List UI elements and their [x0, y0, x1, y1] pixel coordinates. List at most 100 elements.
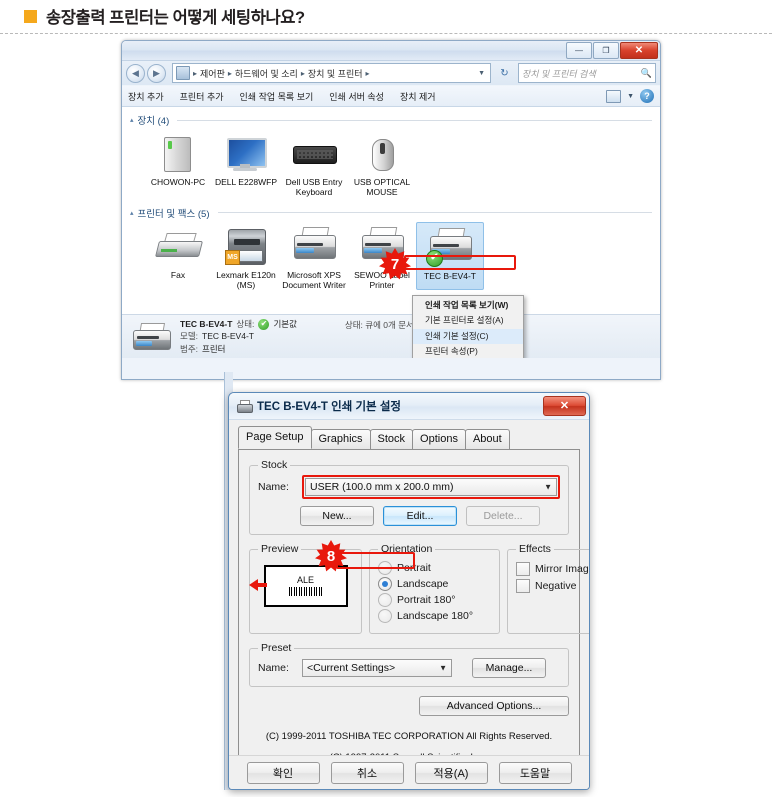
orientation-label: Portrait 180°	[397, 594, 456, 606]
devices-icon-row: CHOWON-PC DELL E228WFP Dell USB Entry Ke…	[130, 129, 652, 198]
toolbar-print-server-properties[interactable]: 인쇄 서버 속성	[329, 90, 384, 103]
explorer-status-bar: TEC B-EV4-T 상태: ✔ 기본값 모델: TEC B-EV4-T 범주…	[122, 314, 660, 358]
help-icon[interactable]: ?	[640, 89, 654, 103]
orientation-option-landscape-180[interactable]: Landscape 180°	[378, 609, 491, 623]
dialog-title: TEC B-EV4-T 인쇄 기본 설정	[257, 401, 401, 413]
chevron-down-icon[interactable]: ▼	[439, 664, 447, 673]
radio-icon[interactable]	[378, 577, 392, 591]
toolbar-add-printer[interactable]: 프린터 추가	[180, 90, 224, 103]
page-setup-panel: Stock Name: USER (100.0 mm x 200.0 mm) ▼…	[238, 450, 589, 777]
printer-item-fax[interactable]: Fax	[144, 222, 212, 291]
preset-name-combobox[interactable]: <Current Settings> ▼	[302, 659, 452, 677]
group-divider	[177, 119, 652, 121]
checkbox-icon[interactable]	[516, 562, 530, 576]
breadcrumb-item-1[interactable]: 하드웨어 및 소리	[235, 67, 298, 80]
status-queue-info: 상태: 큐에 0개 문서	[345, 315, 414, 331]
toolbar-remove-device[interactable]: 장치 제거	[400, 90, 436, 103]
step-number: 8	[326, 547, 336, 565]
device-item-chowon-pc[interactable]: CHOWON-PC	[144, 129, 212, 198]
minimize-button[interactable]: —	[566, 42, 592, 59]
menu-item-set-as-default[interactable]: 기본 프린터로 설정(A)	[413, 313, 523, 328]
preset-name-label: Name:	[258, 662, 289, 674]
help-button[interactable]: 도움말	[498, 761, 572, 784]
maximize-button[interactable]: ❐	[593, 42, 619, 59]
tab-about[interactable]: About	[464, 428, 510, 449]
shortcut-badge-icon: MS	[225, 249, 240, 265]
status-device-name: TEC B-EV4-T	[180, 319, 233, 330]
advanced-options-row: Advanced Options...	[249, 696, 569, 716]
address-dropdown-icon[interactable]: ▼	[478, 70, 487, 77]
menu-item-view-print-queue[interactable]: 인쇄 작업 목록 보기(W)	[413, 298, 523, 313]
step-number: 7	[390, 255, 400, 273]
group-header-devices[interactable]: ▴ 장치 (4)	[130, 113, 652, 127]
group-divider	[217, 212, 652, 214]
edit-stock-button[interactable]: Edit...	[383, 506, 457, 526]
window-controls: — ❐ ✕	[566, 42, 658, 59]
ok-button[interactable]: 확인	[246, 761, 320, 784]
status-device-info: TEC B-EV4-T 상태: ✔ 기본값 모델: TEC B-EV4-T 범주…	[180, 318, 297, 355]
preview-legend: Preview	[261, 543, 299, 555]
forward-button[interactable]: ▶	[147, 63, 166, 83]
tab-graphics[interactable]: Graphics	[310, 428, 371, 449]
orientation-option-landscape[interactable]: Landscape	[378, 577, 491, 591]
device-label: USB OPTICAL MOUSE	[353, 177, 411, 198]
collapse-icon[interactable]: ▴	[130, 209, 134, 217]
search-icon: 🔍	[640, 67, 652, 78]
group-header-printers[interactable]: ▴ 프린터 및 팩스 (5)	[130, 206, 652, 220]
apply-button[interactable]: 적용(A)	[414, 761, 488, 784]
explorer-toolbar: 장치 추가 프린터 추가 인쇄 작업 목록 보기 인쇄 서버 속성 장치 제거 …	[122, 85, 660, 107]
dialog-close-button[interactable]: ✕	[543, 396, 586, 416]
back-button[interactable]: ◀	[126, 63, 145, 83]
toolbar-view-print-queue[interactable]: 인쇄 작업 목록 보기	[240, 90, 314, 103]
status-category-value: 프린터	[202, 343, 226, 354]
printer-icon	[237, 399, 253, 413]
printer-label: Fax	[170, 269, 186, 280]
effects-option-mirror-image[interactable]: Mirror Image	[516, 562, 589, 576]
toolbar-add-device[interactable]: 장치 추가	[128, 90, 164, 103]
breadcrumb-item-0[interactable]: 제어판	[200, 67, 225, 80]
effects-option-negative[interactable]: Negative	[516, 579, 589, 593]
address-breadcrumb-bar[interactable]: ▸ 제어판 ▸ 하드웨어 및 소리 ▸ 장치 및 프린터 ▸ ▼	[172, 63, 491, 83]
checkbox-icon[interactable]	[516, 579, 530, 593]
printer-item-lexmark[interactable]: MS Lexmark E120n (MS)	[212, 222, 280, 291]
monitor-icon	[223, 134, 269, 174]
chevron-down-icon[interactable]: ▼	[627, 93, 634, 100]
fax-icon	[155, 227, 203, 267]
collapse-icon[interactable]: ▴	[130, 116, 134, 124]
radio-icon[interactable]	[378, 609, 392, 623]
tab-options[interactable]: Options	[412, 428, 466, 449]
orientation-option-portrait-180[interactable]: Portrait 180°	[378, 593, 491, 607]
close-button[interactable]: ✕	[620, 42, 658, 59]
menu-item-printing-preferences[interactable]: 인쇄 기본 설정(C)	[413, 328, 523, 345]
chevron-down-icon[interactable]: ▼	[544, 483, 552, 492]
printer-icon	[132, 321, 172, 353]
printer-item-xps[interactable]: Microsoft XPS Document Writer	[280, 222, 348, 291]
device-item-monitor[interactable]: DELL E228WFP	[212, 129, 280, 198]
menu-item-printer-properties[interactable]: 프린터 속성(P)	[413, 344, 523, 358]
new-stock-button[interactable]: New...	[300, 506, 374, 526]
tab-page-setup[interactable]: Page Setup	[238, 425, 312, 449]
page-heading: 송장출력 프린터는 어떻게 세팅하나요?	[0, 0, 772, 32]
explorer-addressbar: ◀ ▶ ▸ 제어판 ▸ 하드웨어 및 소리 ▸ 장치 및 프린터 ▸ ▼ ↻ 장…	[122, 61, 660, 85]
preset-name-row: Name: <Current Settings> ▼ Manage...	[258, 658, 560, 678]
status-category-label: 범주:	[180, 343, 199, 354]
refresh-icon[interactable]: ↻	[495, 63, 514, 83]
device-item-mouse[interactable]: USB OPTICAL MOUSE	[348, 129, 416, 198]
tab-stock[interactable]: Stock	[369, 428, 414, 449]
stock-group: Stock Name: USER (100.0 mm x 200.0 mm) ▼…	[249, 459, 569, 535]
stock-name-combobox[interactable]: USER (100.0 mm x 200.0 mm) ▼	[305, 478, 557, 496]
device-label: CHOWON-PC	[150, 177, 206, 187]
change-view-icon[interactable]	[606, 89, 622, 103]
radio-icon[interactable]	[378, 593, 392, 607]
page-title: 송장출력 프린터는 어떻게 세팅하나요?	[46, 9, 305, 27]
printer-label: Lexmark E120n (MS)	[216, 269, 276, 291]
advanced-options-button[interactable]: Advanced Options...	[419, 696, 569, 716]
cancel-button[interactable]: 취소	[330, 761, 404, 784]
device-label: Dell USB Entry Keyboard	[285, 177, 343, 198]
multifunction-printer-icon: MS	[223, 227, 269, 267]
device-item-keyboard[interactable]: Dell USB Entry Keyboard	[280, 129, 348, 198]
breadcrumb-item-2[interactable]: 장치 및 프린터	[308, 67, 363, 80]
manage-preset-button[interactable]: Manage...	[472, 658, 546, 678]
search-input[interactable]: 장치 및 프린터 검색 🔍	[518, 63, 656, 83]
explorer-titlebar: — ❐ ✕	[122, 41, 660, 61]
